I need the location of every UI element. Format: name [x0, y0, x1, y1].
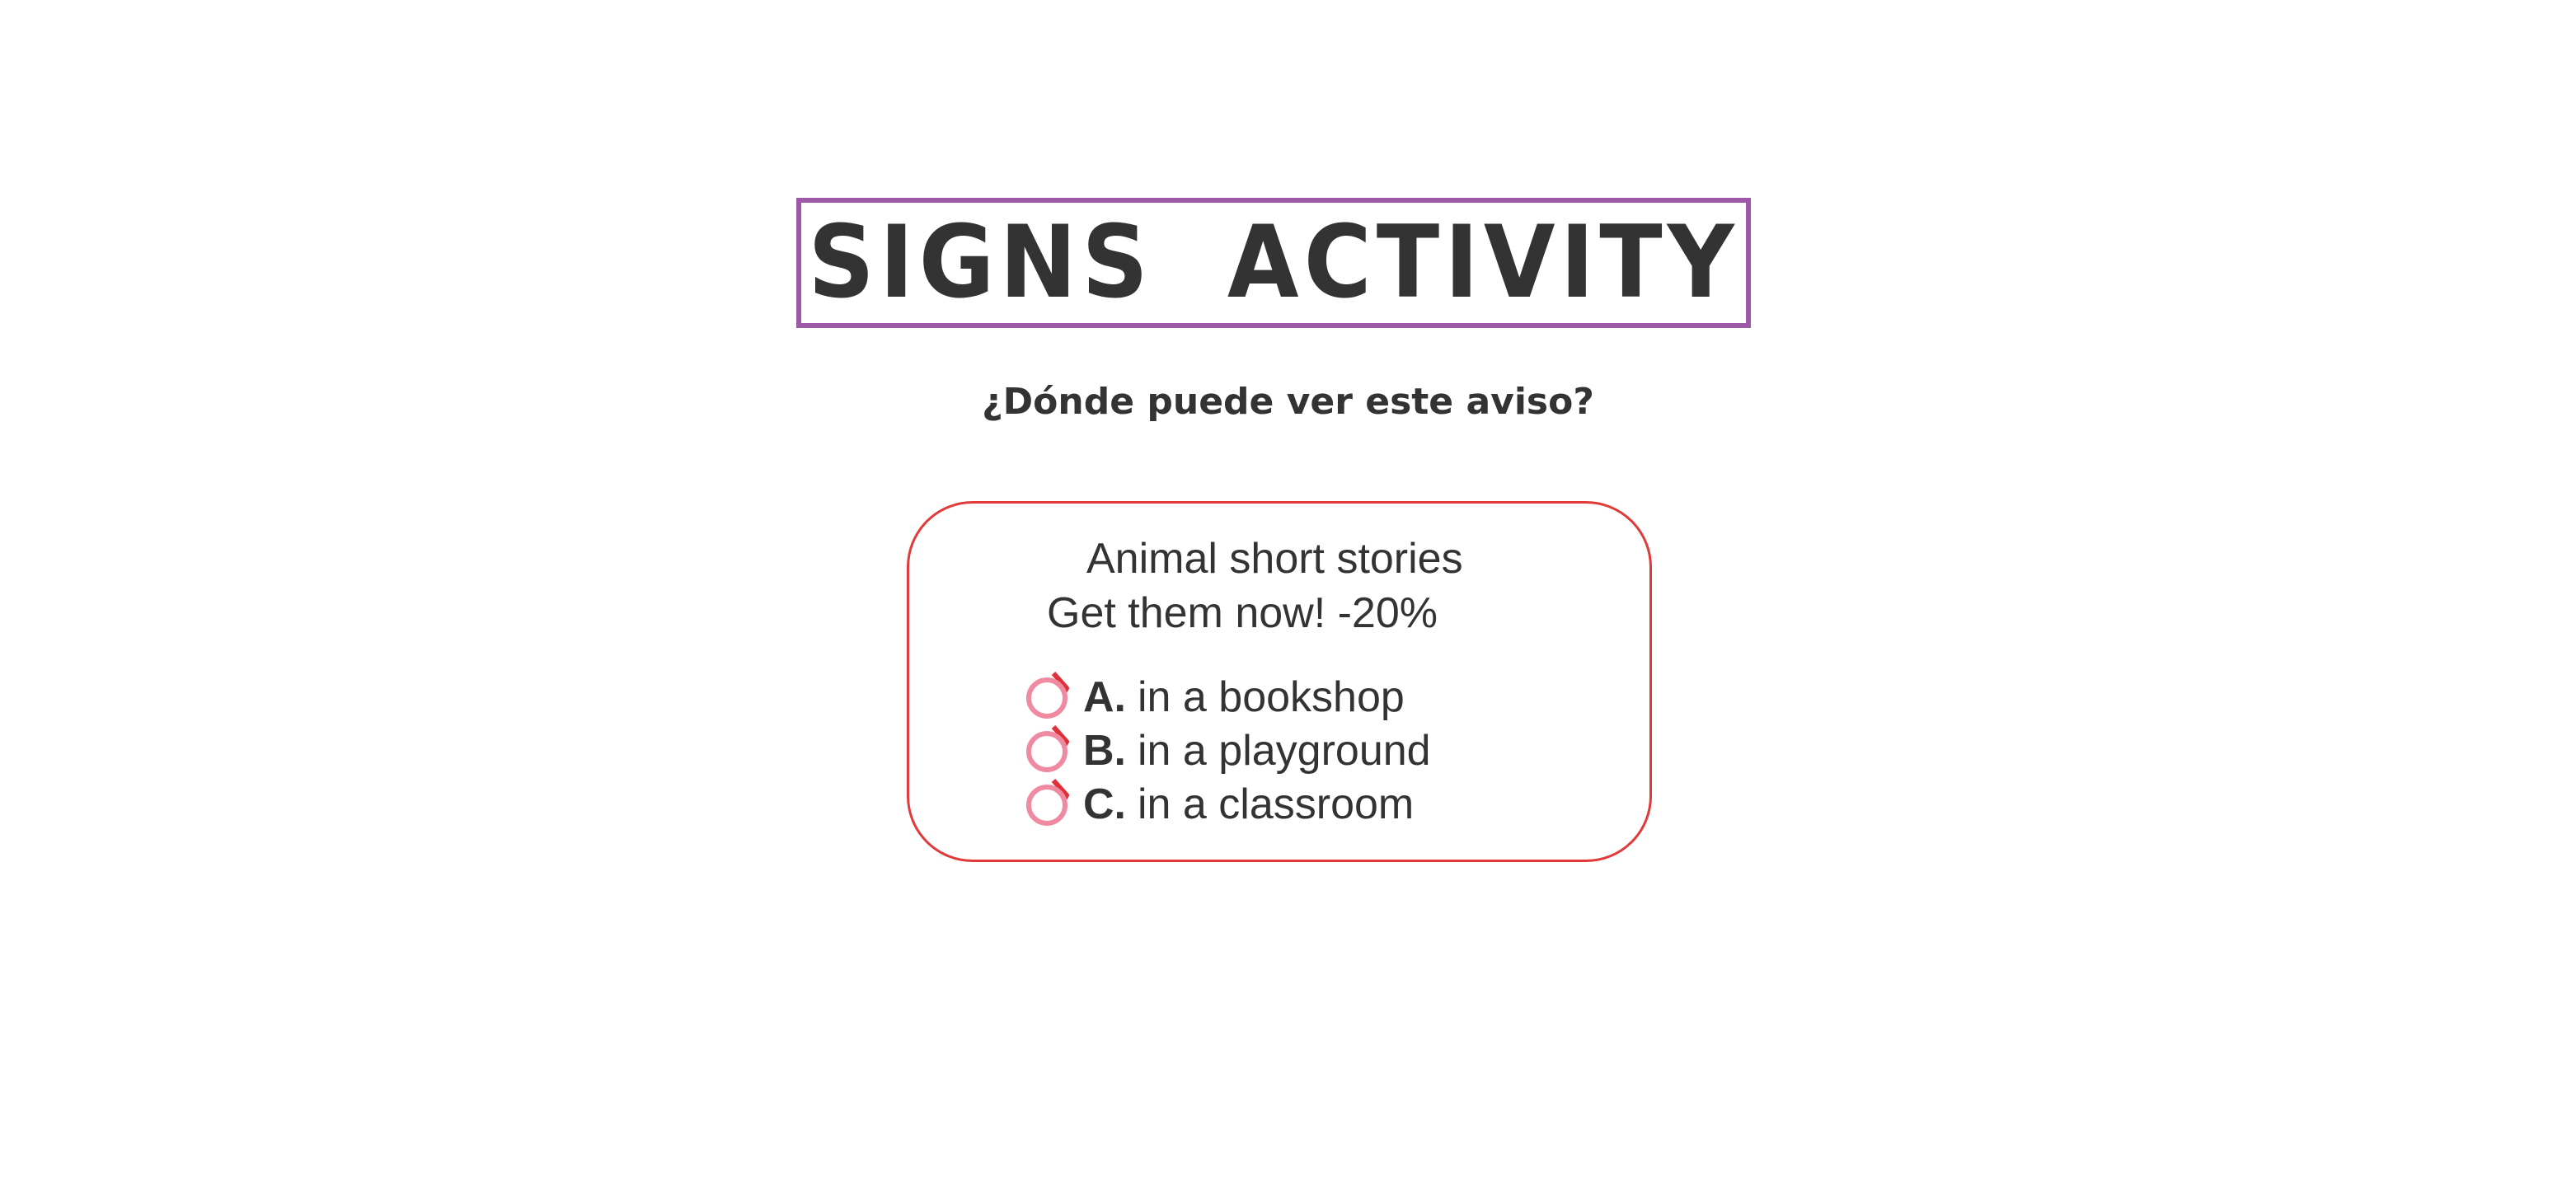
sign-text-line-2: Get them now! -20% — [1047, 589, 1438, 637]
option-a[interactable]: A. in a bookshop — [1026, 672, 1405, 722]
question-text: ¿Dónde puede ver este aviso? — [982, 381, 1594, 423]
option-letter: A. — [1083, 673, 1126, 721]
radio-circle-icon[interactable] — [1026, 672, 1069, 719]
option-letter: C. — [1083, 780, 1126, 828]
radio-circle-icon[interactable] — [1026, 725, 1069, 772]
option-b[interactable]: B. in a playground — [1026, 725, 1431, 776]
sign-text-line-1: Animal short stories — [1086, 535, 1463, 583]
option-label: in a classroom — [1138, 780, 1415, 828]
radio-circle-icon[interactable] — [1026, 779, 1069, 826]
option-c[interactable]: C. in a classroom — [1026, 779, 1415, 829]
option-label: in a playground — [1138, 727, 1431, 775]
page-title: SIGNS ACTIVITY — [808, 204, 1739, 321]
title-banner: SIGNS ACTIVITY — [796, 198, 1751, 328]
option-label: in a bookshop — [1138, 673, 1405, 721]
option-letter: B. — [1083, 727, 1126, 775]
